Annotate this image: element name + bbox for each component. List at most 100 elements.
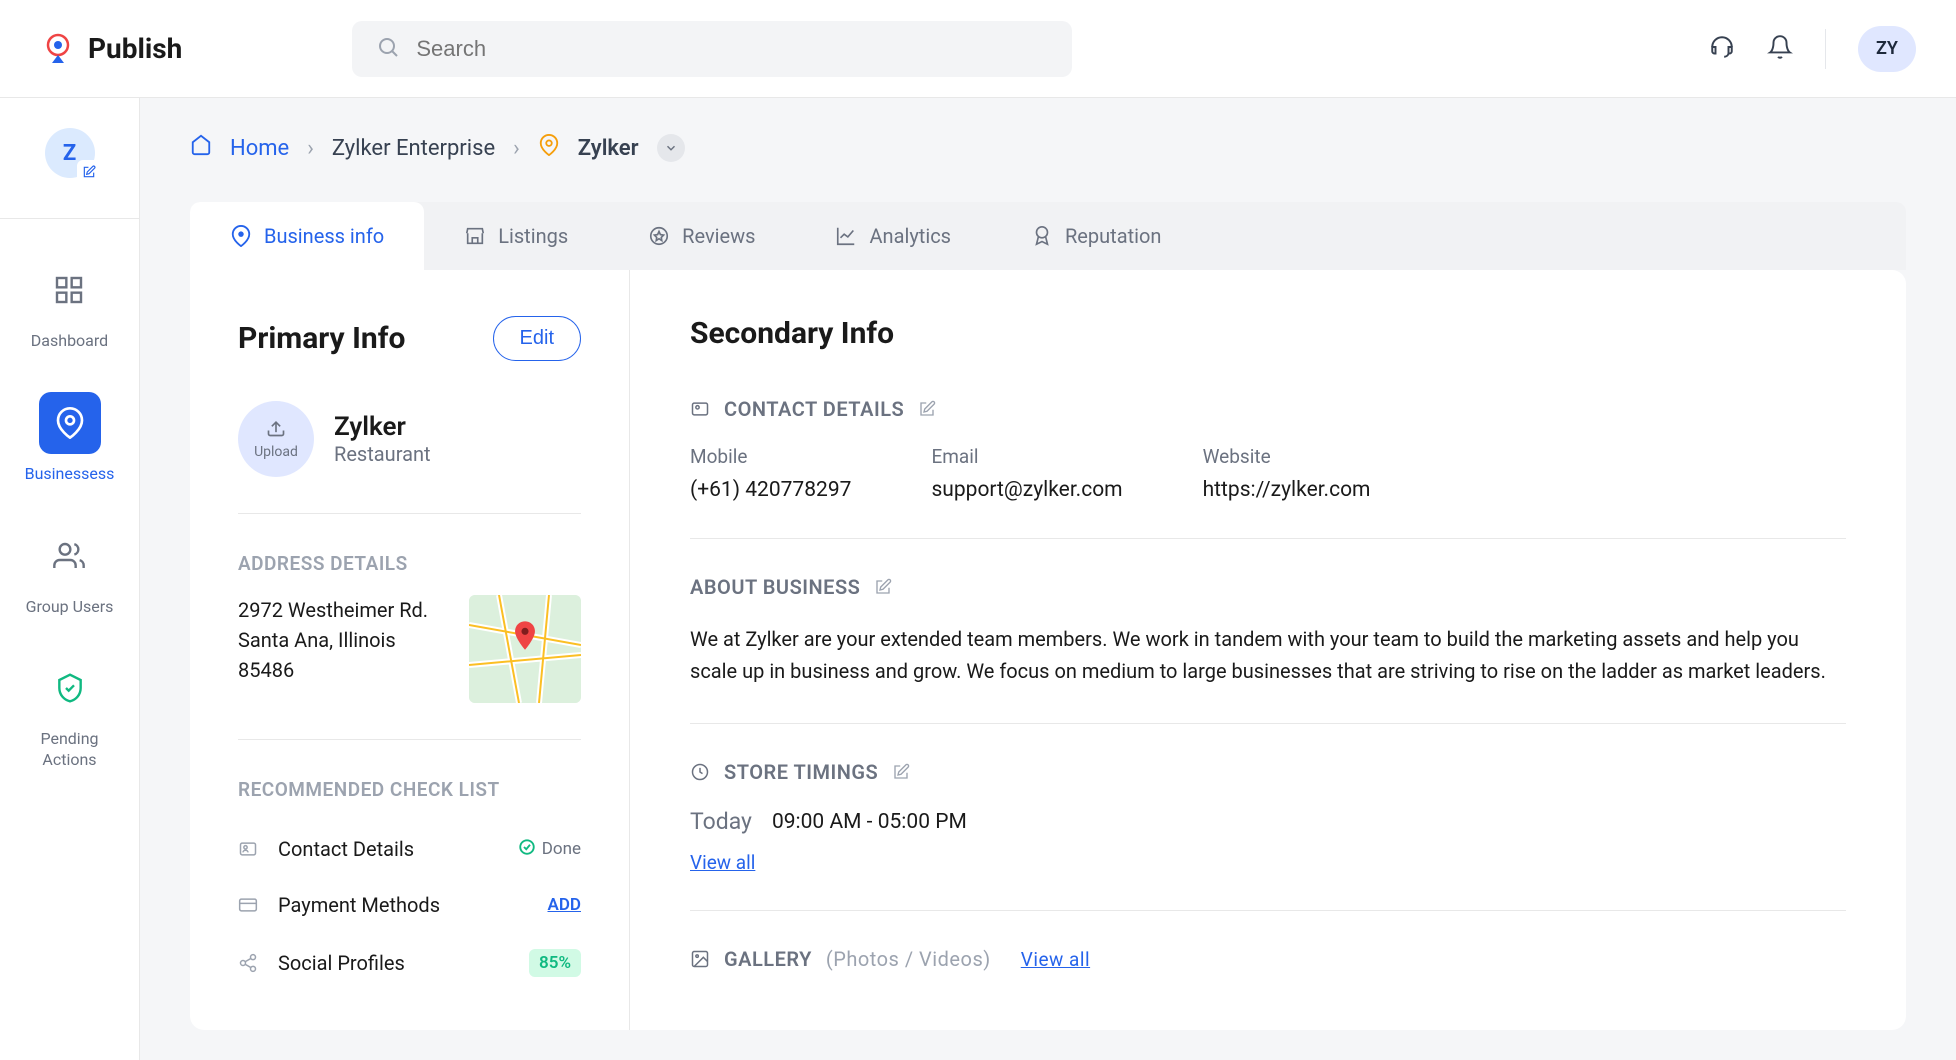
mobile-label: Mobile (690, 445, 851, 468)
search-box[interactable] (352, 21, 1072, 77)
publish-logo-icon (40, 31, 76, 67)
business-name: Zylker (334, 412, 431, 442)
tab-reputation[interactable]: Reputation (991, 202, 1201, 270)
edit-button[interactable]: Edit (493, 316, 581, 361)
sidebar: Z Dashboard Businessess Group Users Pend… (0, 98, 140, 1060)
award-icon (1031, 225, 1053, 247)
search-icon (376, 35, 400, 63)
edit-org-icon[interactable] (77, 160, 101, 184)
breadcrumb-dropdown[interactable] (657, 134, 685, 162)
timings-heading: STORE TIMINGS (724, 760, 878, 784)
checklist-label: Payment Methods (278, 893, 532, 917)
clock-icon (690, 762, 710, 782)
pending-shield-icon (39, 657, 101, 719)
sidebar-avatar[interactable]: Z (45, 128, 95, 178)
info-pin-icon (230, 225, 252, 247)
checklist-item-social: Social Profiles 85% (238, 933, 581, 993)
tab-reviews[interactable]: Reviews (608, 202, 795, 270)
about-text: We at Zylker are your extended team memb… (690, 623, 1846, 687)
checklist-item-contact: Contact Details Done (238, 821, 581, 877)
contact-website: Website https://zylker.com (1203, 445, 1371, 502)
map-pin-icon (508, 619, 542, 657)
about-heading: ABOUT BUSINESS (690, 575, 860, 599)
content-card: Primary Info Edit Upload Zylker Restaura… (190, 270, 1906, 1030)
upload-logo-button[interactable]: Upload (238, 401, 314, 477)
breadcrumb-org[interactable]: Zylker Enterprise (332, 136, 495, 161)
chevron-right-icon: › (513, 136, 520, 161)
mobile-value: (+61) 420778297 (690, 478, 851, 502)
location-pin-icon (538, 134, 560, 162)
timing-today-label: Today (690, 808, 752, 835)
search-input[interactable] (416, 36, 1048, 62)
gallery-heading: GALLERY (724, 947, 812, 971)
sidebar-label: Pending Actions (40, 729, 98, 771)
sidebar-label: Businessess (25, 464, 115, 485)
tab-label: Listings (498, 224, 568, 248)
support-icon[interactable] (1709, 34, 1735, 64)
tab-business-info[interactable]: Business info (190, 202, 424, 270)
breadcrumb-home[interactable]: Home (230, 136, 289, 161)
tab-label: Reviews (682, 224, 755, 248)
contact-email: Email support@zylker.com (931, 445, 1122, 502)
email-label: Email (931, 445, 1122, 468)
sidebar-item-group-users[interactable]: Group Users (26, 525, 114, 618)
check-circle-icon (518, 838, 536, 861)
edit-icon[interactable] (874, 578, 892, 596)
website-label: Website (1203, 445, 1371, 468)
main-content: Home › Zylker Enterprise › Zylker Busine… (140, 98, 1956, 1060)
home-icon[interactable] (190, 134, 212, 162)
chevron-right-icon: › (307, 136, 314, 161)
checklist-status-done: Done (518, 838, 581, 861)
logo[interactable]: Publish (40, 31, 182, 67)
tab-analytics[interactable]: Analytics (795, 202, 991, 270)
sidebar-item-pending-actions[interactable]: Pending Actions (39, 657, 101, 771)
contact-heading: CONTACT DETAILS (724, 397, 904, 421)
checklist-label: Social Profiles (278, 951, 513, 975)
checklist-percent-badge: 85% (529, 949, 581, 977)
secondary-title: Secondary Info (690, 316, 1846, 351)
tab-label: Reputation (1065, 224, 1161, 248)
image-icon (690, 949, 710, 969)
website-value: https://zylker.com (1203, 478, 1371, 502)
view-all-timings-link[interactable]: View all (690, 851, 755, 874)
header-right: ZY (1709, 26, 1916, 72)
sidebar-item-businesses[interactable]: Businessess (25, 392, 115, 485)
sidebar-label: Dashboard (31, 331, 108, 352)
notifications-icon[interactable] (1767, 34, 1793, 64)
address-text: 2972 Westheimer Rd. Santa Ana, Illinois … (238, 595, 445, 703)
contact-mobile: Mobile (+61) 420778297 (690, 445, 851, 502)
secondary-info-panel: Secondary Info CONTACT DETAILS Mobile (+… (630, 270, 1906, 1030)
gallery-section: GALLERY (Photos / Videos) View all (690, 947, 1846, 971)
checklist-add-link[interactable]: ADD (548, 895, 582, 915)
primary-info-panel: Primary Info Edit Upload Zylker Restaura… (190, 270, 630, 1030)
header-divider (1825, 29, 1826, 69)
address-line1: 2972 Westheimer Rd. (238, 595, 445, 625)
address-heading: ADDRESS DETAILS (238, 552, 581, 575)
sidebar-item-dashboard[interactable]: Dashboard (31, 259, 108, 352)
app-name: Publish (88, 32, 182, 65)
upload-label: Upload (254, 444, 298, 460)
header: Publish ZY (0, 0, 1956, 98)
user-avatar[interactable]: ZY (1858, 26, 1916, 72)
tabs: Business info Listings Reviews Analytics… (190, 202, 1906, 270)
star-badge-icon (648, 225, 670, 247)
timings-section: STORE TIMINGS Today 09:00 AM - 05:00 PM … (690, 760, 1846, 911)
edit-icon[interactable] (918, 400, 936, 418)
tab-listings[interactable]: Listings (424, 202, 608, 270)
timing-value: 09:00 AM - 05:00 PM (772, 810, 967, 834)
contact-details-section: CONTACT DETAILS Mobile (+61) 420778297 E… (690, 397, 1846, 539)
sidebar-divider (0, 218, 139, 219)
breadcrumb-business: Zylker (578, 136, 639, 161)
map-thumbnail[interactable] (469, 595, 581, 703)
checklist-item-payment: Payment Methods ADD (238, 877, 581, 933)
tab-label: Analytics (869, 224, 951, 248)
view-all-gallery-link[interactable]: View all (1021, 948, 1090, 971)
address-line2: Santa Ana, Illinois 85486 (238, 625, 445, 685)
breadcrumb: Home › Zylker Enterprise › Zylker (190, 134, 1906, 162)
about-section: ABOUT BUSINESS We at Zylker are your ext… (690, 575, 1846, 724)
tab-label: Business info (264, 224, 384, 248)
edit-icon[interactable] (892, 763, 910, 781)
share-icon (238, 953, 262, 973)
checklist-label: Contact Details (278, 837, 502, 861)
dashboard-icon (38, 259, 100, 321)
